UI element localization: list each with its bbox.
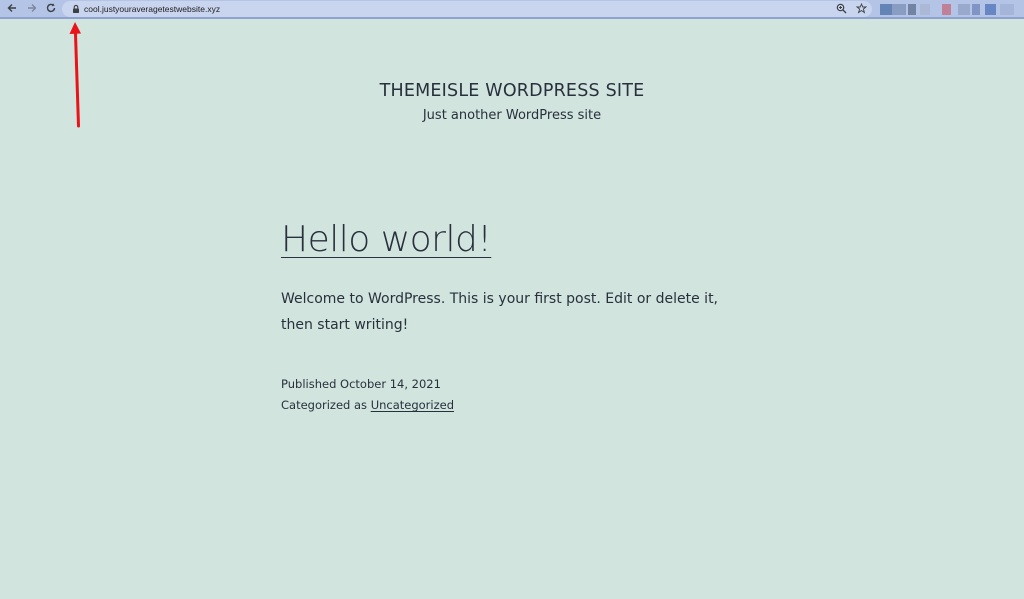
- extension-icon[interactable]: [892, 4, 906, 15]
- browser-toolbar: cool.justyouraveragetestwebsite.xyz: [0, 0, 1024, 19]
- extension-icon[interactable]: [908, 4, 916, 15]
- url-text[interactable]: cool.justyouraveragetestwebsite.xyz: [84, 3, 220, 15]
- extension-icon[interactable]: [985, 4, 996, 15]
- site-title[interactable]: THEMEISLE WORDPRESS SITE: [0, 80, 1024, 102]
- extension-icon[interactable]: [972, 4, 980, 15]
- zoom-icon[interactable]: [835, 3, 847, 15]
- extension-icon[interactable]: [1000, 4, 1014, 15]
- back-arrow-icon[interactable]: [5, 2, 19, 16]
- extension-icon[interactable]: [920, 4, 930, 15]
- categorized-label: Categorized as: [281, 398, 368, 412]
- extension-icon[interactable]: [958, 4, 970, 15]
- post-published-meta: Published October 14, 2021: [281, 374, 751, 395]
- address-bar[interactable]: cool.justyouraveragetestwebsite.xyz: [62, 1, 872, 17]
- site-description: Just another WordPress site: [422, 108, 602, 123]
- bookmark-star-icon[interactable]: [855, 2, 867, 15]
- reload-icon[interactable]: [44, 2, 58, 16]
- published-label: Published: [281, 377, 337, 391]
- post-title-link[interactable]: Hello world!: [281, 216, 492, 264]
- extension-icon[interactable]: [942, 4, 951, 15]
- post-content: Welcome to WordPress. This is your first…: [281, 291, 719, 333]
- published-date: October 14, 2021: [340, 377, 441, 391]
- extension-icon[interactable]: [880, 4, 892, 15]
- category-link[interactable]: Uncategorized: [371, 398, 454, 412]
- forward-arrow-icon[interactable]: [25, 2, 39, 16]
- post-category-meta: Categorized as Uncategorized: [281, 395, 751, 416]
